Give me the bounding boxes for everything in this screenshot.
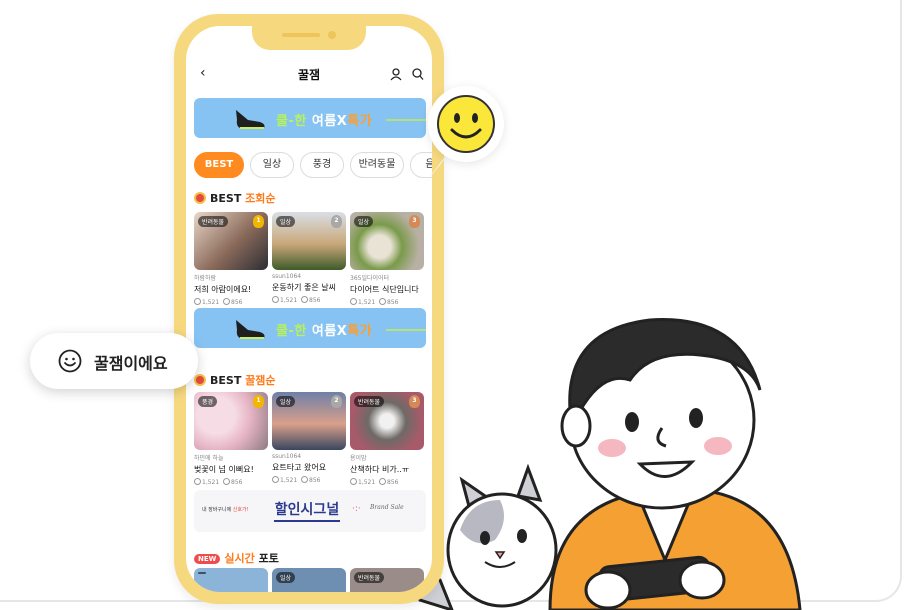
photo-thumbnail: 일상 2 [272, 212, 346, 270]
photo-thumbnail[interactable]: 일상 [272, 568, 346, 592]
phone-notch [252, 26, 366, 50]
reaction-label: 꿀잼이에요 [94, 354, 168, 373]
smiley-face-icon [437, 95, 495, 153]
section-realtime: NEW 실시간 포토 [194, 550, 279, 566]
comment-icon [223, 298, 231, 305]
photo-card[interactable]: 일상 2 ssun1064 운동하기 좋은 날씨 1,521 856 [272, 212, 346, 304]
tab-pets[interactable]: 반려동물 [350, 152, 404, 178]
rank-badge: 1 [253, 395, 264, 408]
comment-icon [223, 478, 231, 485]
ad-headline: 할인시그널 [274, 498, 340, 522]
photo-card[interactable]: 반려동물 1 하람하람 저희 아람이에요! 1,521 856 [194, 212, 268, 306]
ad-banner[interactable]: 내 장바구니에 신호가! 할인시그널 ·:· Brand Sale [194, 490, 426, 532]
medal-icon [194, 374, 206, 386]
promo-banner[interactable]: 쿨-한 여름X특가 [194, 98, 426, 138]
smile-icon [58, 349, 82, 373]
photo-thumbnail: 반려동물 3 [350, 392, 424, 450]
category-tabs: BEST 일상 풍경 반려동물 음 [194, 152, 432, 178]
photo-thumbnail[interactable]: 반려동물 [350, 568, 424, 592]
tab-daily[interactable]: 일상 [250, 152, 294, 178]
user-icon[interactable] [390, 68, 402, 81]
rank-badge: 2 [331, 395, 342, 408]
photo-thumbnail: 일상 3 [350, 212, 424, 270]
section-best-views: BEST 조회순 [194, 190, 276, 206]
photo-card[interactable]: 일상 2 ssun1064 요트타고 왔어요 1,521 856 [272, 392, 346, 484]
photo-card[interactable]: 일상 3 365일다이어터 다이어트 식단입니다 1,521 856 [350, 212, 424, 306]
sneaker-icon [236, 110, 265, 129]
like-icon [350, 478, 357, 485]
rank-badge: 3 [409, 215, 420, 228]
sneaker-icon [236, 320, 265, 339]
like-icon [350, 298, 357, 305]
top-bar: ‹ 꿀잼 [186, 64, 432, 86]
photo-card[interactable]: 풍경 1 하민에 하늘 벚꽃이 넘 이뻐요! 1,521 856 [194, 392, 268, 486]
search-icon[interactable] [412, 68, 424, 81]
like-icon [194, 478, 201, 485]
rank-badge: 1 [253, 215, 264, 228]
new-badge: NEW [194, 554, 221, 564]
photo-thumbnail[interactable] [194, 568, 268, 592]
section-best-fun: BEST 꿀잼순 [194, 372, 276, 388]
comment-icon [379, 478, 387, 485]
banner-text: 쿨-한 여름X특가 [276, 324, 373, 339]
app-screen: ‹ 꿀잼 쿨-한 여름X특가 BEST 일상 풍경 반려동물 음 BEST 조회… [186, 26, 432, 592]
photo-thumbnail: 일상 2 [272, 392, 346, 450]
like-icon [272, 296, 279, 303]
promo-banner[interactable]: 쿨-한 여름X특가 [194, 308, 426, 348]
comment-icon [301, 476, 309, 483]
reaction-chip[interactable]: 꿀잼이에요 [30, 333, 198, 389]
photo-card[interactable]: 반려동물 3 용이맘 산책하다 비가..ㅠ 1,521 856 [350, 392, 424, 486]
rank-badge: 3 [409, 395, 420, 408]
phone-frame: ‹ 꿀잼 쿨-한 여름X특가 BEST 일상 풍경 반려동물 음 BEST 조회… [174, 14, 444, 604]
rank-badge: 2 [331, 215, 342, 228]
tab-best[interactable]: BEST [194, 152, 244, 178]
smiley-badge [428, 86, 504, 162]
photo-thumbnail: 풍경 1 [194, 392, 268, 450]
tab-scenery[interactable]: 풍경 [300, 152, 344, 178]
medal-icon [194, 192, 206, 204]
character-illustration [416, 318, 802, 610]
banner-text: 쿨-한 여름X특가 [276, 114, 373, 129]
like-icon [272, 476, 279, 483]
photo-thumbnail: 반려동물 1 [194, 212, 268, 270]
comment-icon [301, 296, 309, 303]
realtime-photo-row: 일상 반려동물 [194, 568, 426, 592]
comment-icon [379, 298, 387, 305]
like-icon [194, 298, 201, 305]
